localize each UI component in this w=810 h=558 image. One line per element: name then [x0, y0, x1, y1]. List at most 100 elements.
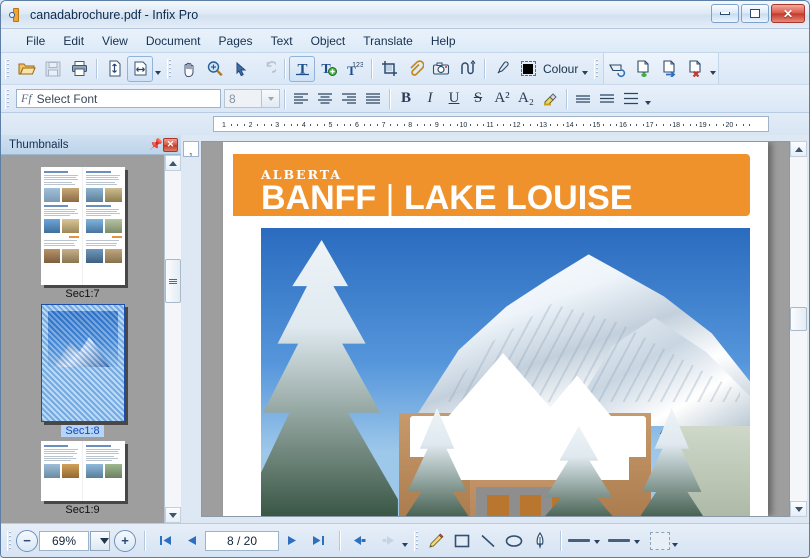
- stroke-width-caret[interactable]: [592, 533, 602, 549]
- line-spacing-medium-button[interactable]: [595, 87, 619, 111]
- add-page-button[interactable]: [630, 56, 656, 82]
- number-text-tool[interactable]: T 123: [341, 56, 367, 82]
- first-page-button[interactable]: [153, 529, 179, 553]
- thumbnails-scrollbar[interactable]: [164, 155, 181, 523]
- font-family-input[interactable]: Ff Select Font: [16, 89, 221, 108]
- zoom-tool[interactable]: [202, 56, 228, 82]
- attach-tool[interactable]: [402, 56, 428, 82]
- pencil-tool[interactable]: [423, 529, 449, 553]
- highlight-button[interactable]: [538, 87, 562, 111]
- subscript-button[interactable]: A₂: [514, 87, 538, 111]
- fit-page-width-button[interactable]: [127, 55, 153, 82]
- export-page-button[interactable]: [656, 56, 682, 82]
- print-button[interactable]: [66, 56, 92, 82]
- draw-toolbar-grip[interactable]: [414, 530, 420, 551]
- page-fit-dropdown-caret[interactable]: [153, 56, 163, 82]
- back-view-button[interactable]: [348, 529, 374, 553]
- pan-hand-tool[interactable]: [176, 56, 202, 82]
- open-file-button[interactable]: [14, 56, 40, 82]
- zoom-out-button[interactable]: −: [16, 529, 38, 552]
- underline-button[interactable]: U: [442, 87, 466, 111]
- menu-translate[interactable]: Translate: [354, 31, 422, 51]
- fit-page-height-button[interactable]: [101, 56, 127, 82]
- page-actions-dropdown-caret[interactable]: [708, 56, 718, 82]
- thumbnail-page[interactable]: [40, 167, 125, 285]
- thumbnail-page[interactable]: [40, 441, 125, 501]
- toolbar-grip-3[interactable]: [594, 58, 601, 79]
- close-button[interactable]: ✕: [771, 4, 805, 23]
- doc-scroll-up-icon[interactable]: [790, 141, 807, 157]
- page-indicator-input[interactable]: 8 / 20: [205, 530, 279, 551]
- doc-scroll-track[interactable]: [790, 157, 807, 501]
- menu-object[interactable]: Object: [302, 31, 355, 51]
- scroll-thumb[interactable]: [165, 259, 181, 303]
- strikethrough-button[interactable]: S: [466, 87, 490, 111]
- previous-page-button[interactable]: [179, 529, 205, 553]
- next-page-button[interactable]: [279, 529, 305, 553]
- list-item[interactable]: Sec1:8: [40, 304, 125, 437]
- ellipse-tool[interactable]: [501, 529, 527, 553]
- superscript-button[interactable]: A²: [490, 87, 514, 111]
- stroke-width-selector[interactable]: [568, 533, 602, 549]
- menu-edit[interactable]: Edit: [54, 31, 93, 51]
- format-toolbar-grip[interactable]: [5, 88, 11, 109]
- forward-view-button[interactable]: [374, 529, 400, 553]
- pen-nib-tool[interactable]: [527, 529, 553, 553]
- menu-file[interactable]: File: [17, 31, 54, 51]
- delete-page-button[interactable]: [682, 56, 708, 82]
- menu-help[interactable]: Help: [422, 31, 465, 51]
- statusbar-grip[interactable]: [7, 530, 13, 551]
- stroke-style-selector[interactable]: [608, 533, 642, 549]
- select-tool[interactable]: [228, 56, 254, 82]
- save-button[interactable]: [40, 56, 66, 82]
- fill-dropdown-caret[interactable]: [670, 528, 680, 554]
- curve-tool[interactable]: [454, 56, 480, 82]
- doc-scroll-down-icon[interactable]: [790, 501, 807, 517]
- line-tool[interactable]: [475, 529, 501, 553]
- document-scrollbar[interactable]: [790, 141, 807, 517]
- menu-pages[interactable]: Pages: [210, 31, 262, 51]
- scroll-track[interactable]: [165, 171, 181, 507]
- line-spacing-single-button[interactable]: [571, 87, 595, 111]
- font-size-input[interactable]: 8: [224, 89, 262, 108]
- zoom-level-input[interactable]: 69%: [39, 530, 89, 551]
- line-spacing-wide-button[interactable]: [619, 87, 643, 111]
- bold-button[interactable]: B: [394, 87, 418, 111]
- maximize-button[interactable]: [741, 4, 769, 23]
- close-icon[interactable]: ✕: [163, 137, 178, 152]
- align-right-button[interactable]: [337, 87, 361, 111]
- line-spacing-dropdown-caret[interactable]: [643, 86, 653, 112]
- colour-swatch-button[interactable]: [515, 56, 541, 82]
- thumbnail-page[interactable]: [40, 304, 125, 422]
- history-dropdown-caret[interactable]: [400, 528, 410, 554]
- align-justify-button[interactable]: [361, 87, 385, 111]
- menu-view[interactable]: View: [93, 31, 137, 51]
- crop-tool[interactable]: [376, 56, 402, 82]
- menu-text[interactable]: Text: [262, 31, 302, 51]
- text-edit-tool[interactable]: T: [289, 55, 315, 82]
- align-center-button[interactable]: [313, 87, 337, 111]
- list-item[interactable]: Sec1:9: [40, 441, 125, 516]
- colour-dropdown-caret[interactable]: [580, 56, 590, 82]
- fill-swatch-icon[interactable]: [650, 531, 670, 550]
- scroll-down-icon[interactable]: [165, 507, 181, 523]
- refresh-page-button[interactable]: [604, 56, 630, 82]
- list-item[interactable]: Sec1:7: [40, 167, 125, 300]
- eyedropper-tool[interactable]: [489, 56, 515, 82]
- scroll-up-icon[interactable]: [165, 155, 181, 171]
- menu-document[interactable]: Document: [137, 31, 210, 51]
- rectangle-tool[interactable]: [449, 529, 475, 553]
- zoom-dropdown[interactable]: [90, 530, 110, 551]
- pdf-page[interactable]: ALBERTA BANFF | LAKE LOUISE: [223, 142, 768, 516]
- zoom-in-button[interactable]: +: [114, 529, 136, 552]
- doc-scroll-thumb[interactable]: [790, 307, 807, 331]
- italic-button[interactable]: I: [418, 87, 442, 111]
- minimize-button[interactable]: [711, 4, 739, 23]
- stroke-style-caret[interactable]: [632, 533, 642, 549]
- document-canvas[interactable]: ALBERTA BANFF | LAKE LOUISE: [201, 141, 790, 517]
- pin-icon[interactable]: 📌: [149, 138, 163, 152]
- undo-button[interactable]: [254, 56, 280, 82]
- align-left-button[interactable]: [289, 87, 313, 111]
- add-text-tool[interactable]: T: [315, 56, 341, 82]
- font-size-dropdown[interactable]: [262, 89, 280, 108]
